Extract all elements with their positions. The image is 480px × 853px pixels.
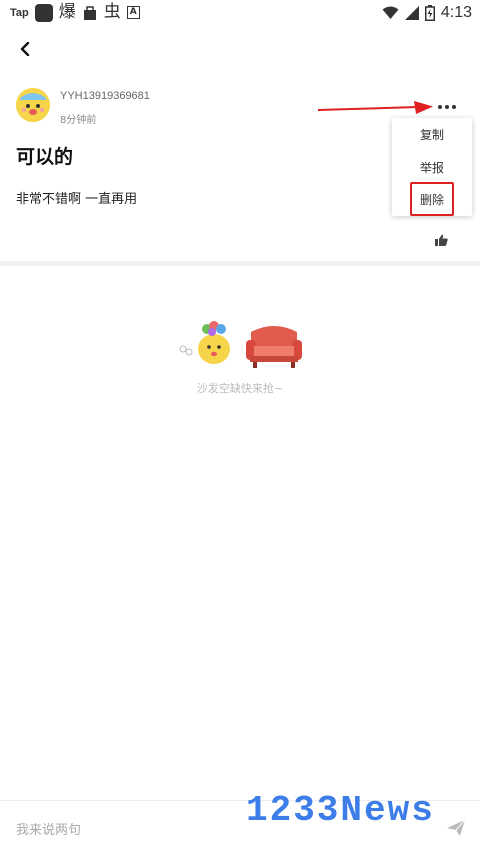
chick-avatar-icon [16, 88, 50, 122]
more-options-button[interactable] [436, 100, 458, 114]
chevron-left-icon [20, 42, 30, 56]
username[interactable]: YYH13919369681 [60, 90, 150, 102]
send-icon[interactable] [446, 819, 466, 837]
menu-item-copy[interactable]: 复制 [392, 120, 472, 150]
signal-icon [404, 5, 419, 20]
annotation-arrow-icon [318, 101, 433, 114]
clock: 4:13 [440, 3, 472, 21]
avatar[interactable] [16, 88, 50, 122]
post-detail-screen: Tap 爆 虫 A 4:13 YYH13919369681 8分钟前 可以的 非… [0, 0, 480, 853]
section-divider [0, 261, 480, 266]
delete-highlight-box [410, 182, 454, 216]
post-title: 可以的 [16, 146, 74, 168]
post-body: 非常不错啊 一直再用 [16, 192, 138, 207]
status-bar: Tap 爆 虫 A 4:13 [0, 0, 480, 25]
wifi-icon [382, 6, 399, 19]
like-button[interactable] [435, 231, 448, 246]
system-status: 4:13 [382, 2, 472, 23]
empty-state-text: 沙发空缺快来抢~ [196, 382, 284, 395]
chong-icon: 虫 [103, 2, 121, 22]
empty-sofa-illustration [179, 321, 302, 368]
dot-icon [438, 105, 442, 109]
battery-icon [424, 4, 435, 21]
back-button[interactable] [14, 38, 36, 60]
baozha-icon: 爆 [58, 2, 76, 22]
thumbs-up-icon [435, 234, 448, 246]
bag-icon [83, 5, 96, 20]
dot-icon [452, 105, 456, 109]
watermark: 1233News [246, 790, 435, 831]
taptap-icon: Tap [10, 6, 29, 19]
menu-item-report[interactable]: 举报 [392, 153, 472, 183]
a-box-icon: A [126, 6, 140, 19]
app-square-icon [34, 3, 53, 22]
post-time: 8分钟前 [60, 115, 97, 126]
dot-icon [445, 105, 449, 109]
notification-icons: Tap 爆 虫 A [10, 3, 140, 22]
